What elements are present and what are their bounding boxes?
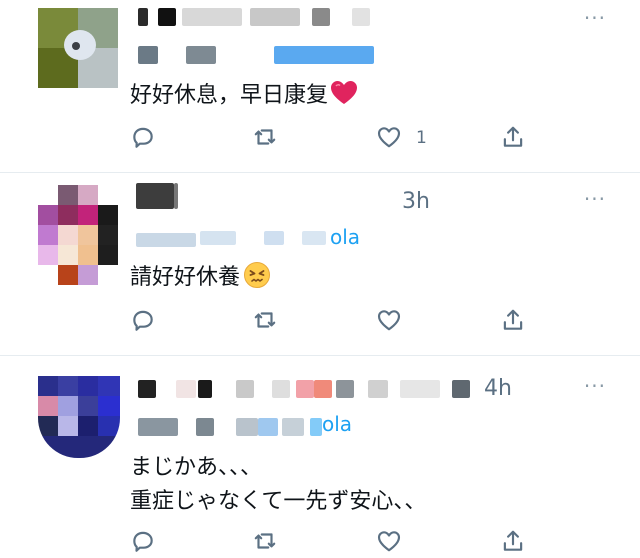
retweet-icon (254, 129, 276, 145)
retweet-button[interactable] (252, 528, 282, 558)
more-options-icon[interactable]: ··· (584, 187, 606, 211)
like-button[interactable] (376, 124, 406, 154)
more-options-icon[interactable]: ··· (584, 374, 606, 398)
persevering-face-icon (244, 262, 271, 288)
reply-icon (133, 310, 153, 331)
like-count: 1 (416, 128, 427, 148)
tweet-1[interactable]: ··· 好好休息，早日康复 1 (0, 0, 640, 172)
retweet-icon (254, 533, 276, 549)
timestamp[interactable]: 4h (484, 376, 512, 401)
tweet-text: 請好好休養 (130, 261, 271, 294)
more-options-icon[interactable]: ··· (584, 6, 606, 30)
share-icon (503, 126, 523, 147)
tweet-text: 好好休息，早日康复 (130, 80, 358, 112)
tweet-2[interactable]: 3h ola ··· 請好好休養 (0, 173, 640, 354)
tweet-3[interactable]: 4h ola ··· まじかあ、、、 重症じゃなくて一先ず安心、、 (0, 356, 640, 556)
tweet-text-line-2: 重症じゃなくて一先ず安心、、 (130, 489, 427, 514)
reply-button[interactable] (130, 307, 160, 337)
reply-button[interactable] (130, 124, 160, 154)
share-button[interactable] (500, 124, 530, 154)
like-icon (377, 310, 401, 331)
avatar[interactable] (38, 185, 120, 285)
retweet-icon (254, 312, 276, 328)
share-icon (503, 530, 523, 551)
like-button[interactable] (376, 307, 406, 337)
like-icon (377, 127, 401, 148)
reply-button[interactable] (130, 528, 160, 558)
retweet-button[interactable] (252, 124, 282, 154)
red-heart-icon (331, 81, 358, 104)
share-icon (503, 309, 523, 330)
like-button[interactable] (376, 528, 406, 558)
reply-icon (133, 127, 153, 148)
avatar[interactable] (38, 8, 118, 88)
share-button[interactable] (500, 307, 530, 337)
timestamp[interactable]: 3h (402, 189, 430, 214)
avatar[interactable] (38, 376, 120, 458)
like-icon (377, 531, 401, 552)
reply-icon (133, 531, 153, 552)
share-button[interactable] (500, 528, 530, 558)
tweet-text-line-1: まじかあ、、、 (130, 455, 263, 480)
retweet-button[interactable] (252, 307, 282, 337)
